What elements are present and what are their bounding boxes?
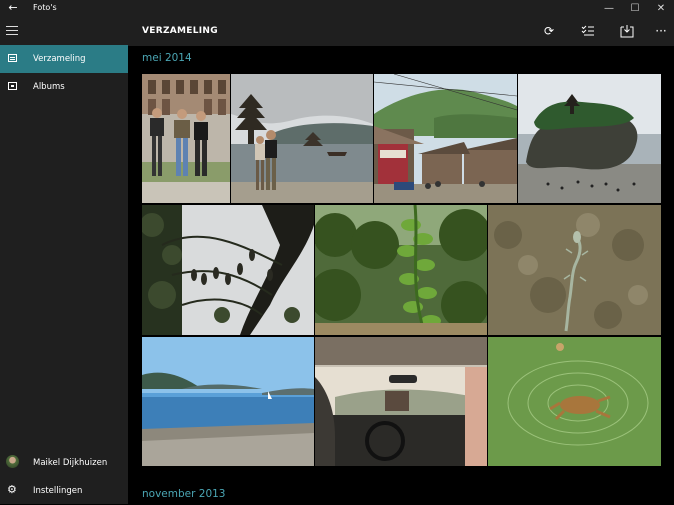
avatar xyxy=(6,455,19,468)
sidebar-item-label: Verzameling xyxy=(33,54,86,64)
user-name: Maikel Dijkhuizen xyxy=(33,458,108,468)
window-title: Foto's xyxy=(33,3,57,12)
close-button[interactable]: ✕ xyxy=(648,0,674,17)
header: VERZAMELING ⟳ ··· xyxy=(128,17,674,46)
photo-jungle-vines[interactable] xyxy=(315,205,487,335)
refresh-icon[interactable]: ⟳ xyxy=(541,23,557,39)
photo-bats-tree[interactable] xyxy=(142,205,314,335)
photo-colosseum[interactable] xyxy=(142,74,230,203)
page-title: VERZAMELING xyxy=(142,26,218,36)
title-bar: ← Foto's — ☐ ✕ xyxy=(0,0,674,17)
sidebar-item-verzameling[interactable]: Verzameling xyxy=(0,45,128,73)
sidebar-item-label: Albums xyxy=(33,82,65,92)
select-icon[interactable] xyxy=(580,23,596,39)
gear-icon: ⚙ xyxy=(7,483,17,496)
photo-tanah-lot[interactable] xyxy=(518,74,661,203)
photo-frog-water[interactable] xyxy=(488,337,661,466)
more-icon[interactable]: ··· xyxy=(653,23,669,39)
maximize-button[interactable]: ☐ xyxy=(622,0,648,17)
photo-temple-lake[interactable] xyxy=(231,74,373,203)
import-icon[interactable] xyxy=(619,23,635,39)
section-label-mei-2014: mei 2014 xyxy=(142,52,192,64)
photo-sea-harbor[interactable] xyxy=(142,337,314,466)
photo-lizard-rock[interactable] xyxy=(488,205,661,335)
settings-label: Instellingen xyxy=(33,486,83,496)
photo-market-street[interactable] xyxy=(374,74,517,203)
minimize-button[interactable]: — xyxy=(596,0,622,17)
sidebar-item-albums[interactable]: Albums xyxy=(0,73,128,101)
section-label-november-2013: november 2013 xyxy=(142,488,226,500)
sidebar-item-settings[interactable]: ⚙ Instellingen xyxy=(0,477,128,505)
albums-icon xyxy=(8,82,17,90)
photo-car-dashboard[interactable] xyxy=(315,337,487,466)
hamburger-icon[interactable] xyxy=(6,25,18,35)
back-arrow-icon[interactable]: ← xyxy=(6,1,20,15)
sidebar-item-user[interactable]: Maikel Dijkhuizen xyxy=(0,449,128,477)
sidebar: Verzameling Albums Maikel Dijkhuizen ⚙ I… xyxy=(0,17,128,504)
collection-icon xyxy=(8,54,17,62)
